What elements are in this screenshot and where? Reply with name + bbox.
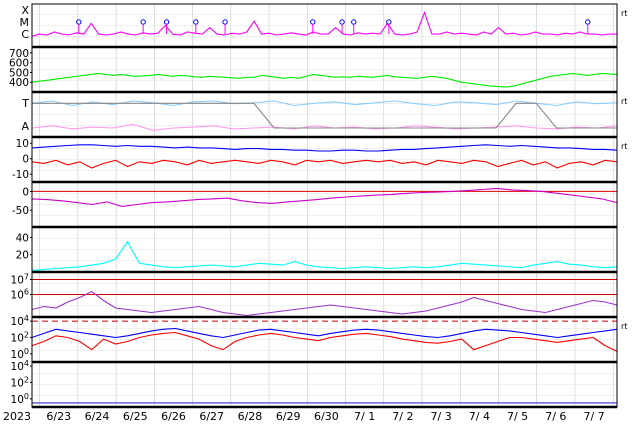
y-tick-label: 102 — [11, 375, 29, 389]
tick-exponent: 0 — [24, 347, 29, 356]
date-tick-label: 6/23 — [46, 410, 71, 423]
y-tick-label: 102 — [11, 330, 29, 344]
date-tick-label: 6/29 — [276, 410, 301, 423]
tick-base: 10 — [11, 316, 24, 328]
flare-marker — [339, 19, 345, 25]
y-tick-label: 20 — [16, 250, 29, 262]
y-label: C — [21, 28, 29, 41]
realtime-marker: rt — [621, 9, 627, 18]
tick-exponent: 0 — [24, 392, 29, 401]
date-tick-label: 6/24 — [85, 410, 110, 423]
series-line-bz-phi-1 — [31, 123, 618, 131]
axis-labels: XMC400500600700TA-10010-5002040106107100… — [3, 4, 627, 423]
date-tick-label: 6/25 — [123, 410, 148, 423]
series-line-xray-0 — [31, 10, 617, 37]
year-label: 2023 — [3, 410, 31, 423]
date-tick-label: 6/26 — [161, 410, 186, 423]
flare-marker — [76, 19, 82, 25]
series-line-bz-phi-2 — [32, 102, 617, 129]
y-tick-label: -50 — [12, 205, 29, 217]
series-layer — [31, 10, 618, 404]
date-tick-label: 7/ 4 — [469, 410, 490, 423]
tick-base: 10 — [11, 332, 24, 344]
series-line-electron-0 — [31, 290, 618, 317]
y-tick-label: 0 — [22, 154, 29, 166]
tick-base: 10 — [11, 361, 24, 373]
tick-base: 10 — [11, 290, 24, 302]
tick-base: 10 — [11, 275, 24, 287]
tick-base: 10 — [11, 394, 24, 406]
y-tick-label: 104 — [11, 314, 29, 328]
y-tick-label: 10 — [16, 138, 29, 150]
date-tick-label: 6/27 — [199, 410, 224, 423]
date-tick-label: 7/ 3 — [431, 410, 452, 423]
y-tick-label: 100 — [11, 392, 29, 406]
series-line-imf-1 — [31, 159, 618, 169]
y-tick-label: -10 — [12, 169, 29, 181]
flare-marker — [140, 19, 146, 25]
y-tick-label: 107 — [11, 273, 29, 287]
flare-marker — [222, 19, 228, 25]
series-line-np-0 — [31, 240, 618, 271]
series-line-imf-0 — [31, 144, 618, 152]
space-weather-chart: XMC400500600700TA-10010-5002040106107100… — [3, 3, 627, 423]
date-tick-label: 6/30 — [314, 410, 339, 423]
realtime-marker: rt — [621, 322, 627, 331]
y-tick-label: 40 — [16, 232, 29, 244]
date-tick-label: 7/ 1 — [354, 410, 375, 423]
flare-marker — [585, 19, 591, 25]
y-label: A — [21, 120, 29, 133]
flare-marker — [163, 19, 170, 25]
tick-exponent: 6 — [24, 288, 29, 297]
flare-marker — [193, 19, 199, 25]
realtime-marker: rt — [621, 142, 627, 151]
y-label: T — [21, 97, 29, 110]
tick-exponent: 4 — [24, 314, 29, 323]
date-tick-label: 7/ 7 — [583, 410, 604, 423]
y-tick-label: 0 — [22, 186, 29, 198]
tick-base: 10 — [11, 377, 24, 389]
flare-marker — [386, 19, 392, 25]
tick-exponent: 2 — [24, 375, 29, 384]
date-tick-label: 6/28 — [238, 410, 263, 423]
tick-exponent: 7 — [24, 273, 29, 282]
tick-exponent: 4 — [24, 359, 29, 368]
y-tick-label: 106 — [11, 288, 29, 302]
series-line-proton-1 — [31, 331, 618, 352]
series-line-wind-0 — [31, 72, 618, 88]
realtime-marker: rt — [621, 97, 627, 106]
flare-marker — [310, 19, 316, 25]
y-tick-label: 700 — [9, 48, 29, 60]
flare-marker — [351, 19, 357, 25]
date-tick-label: 7/ 5 — [507, 410, 528, 423]
date-tick-label: 7/ 2 — [392, 410, 413, 423]
tick-base: 10 — [11, 349, 24, 361]
series-line-proton-0 — [31, 327, 618, 339]
y-tick-label: 104 — [11, 359, 29, 373]
tick-exponent: 2 — [24, 330, 29, 339]
date-tick-label: 7/ 6 — [545, 410, 566, 423]
